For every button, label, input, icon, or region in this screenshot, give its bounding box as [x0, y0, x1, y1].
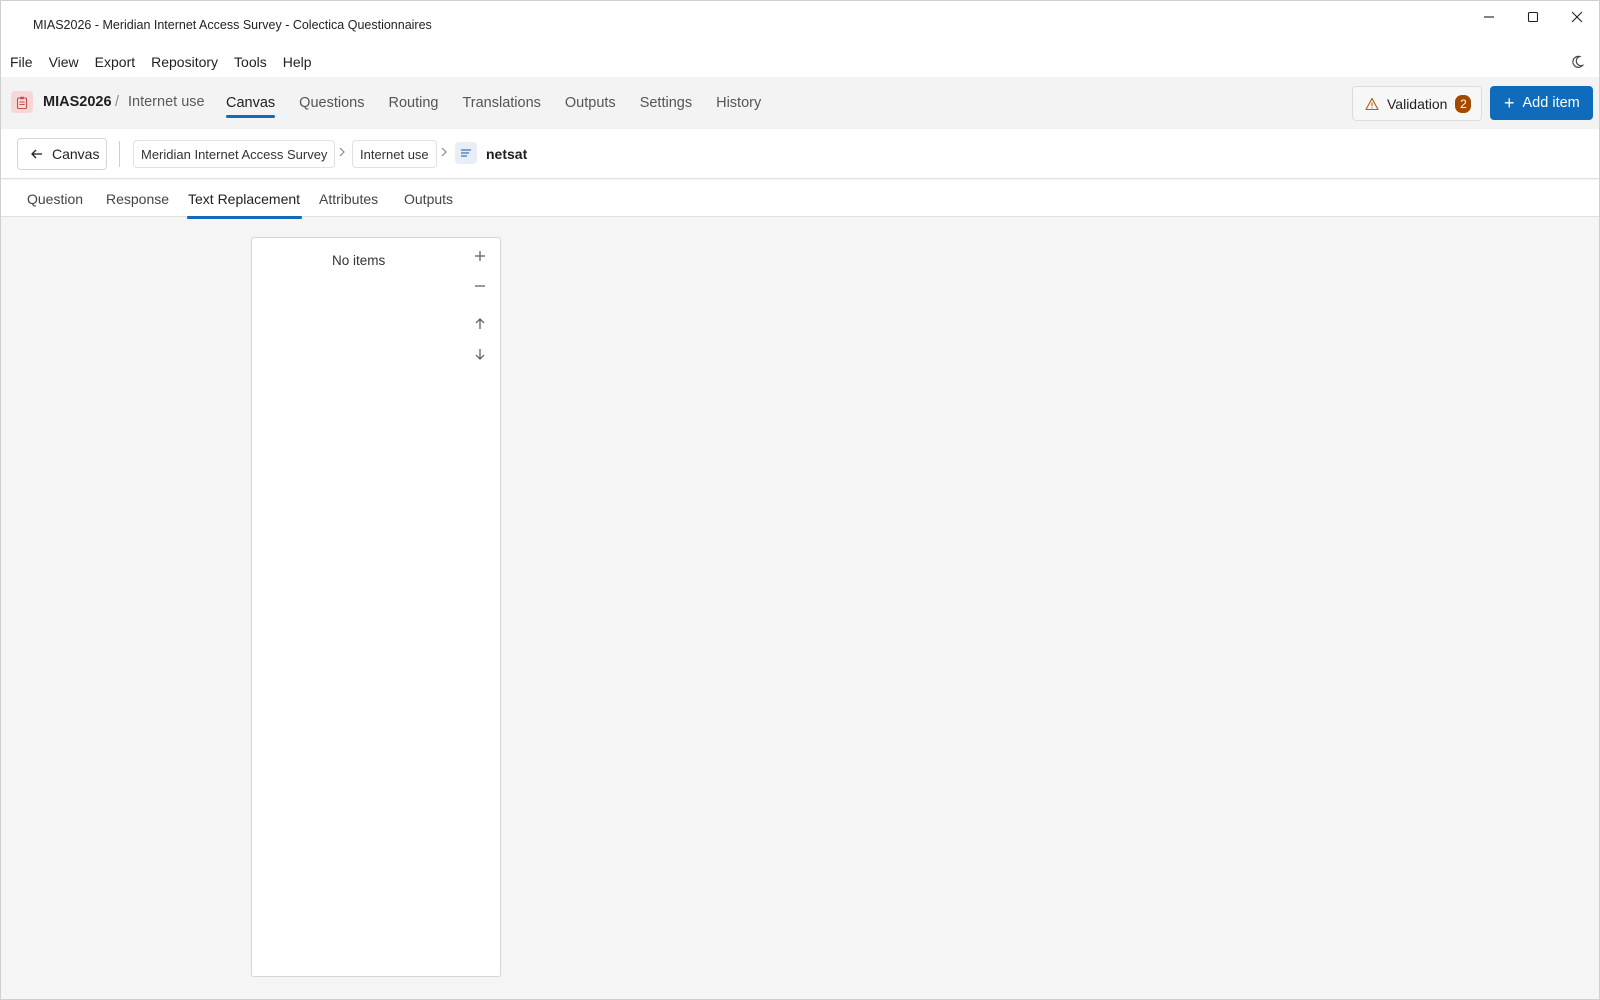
add-replacement-button[interactable] [470, 246, 490, 266]
add-item-label: Add item [1522, 95, 1580, 111]
divider [119, 141, 120, 167]
nav-tabs: Canvas Questions Routing Translations Ou… [226, 77, 785, 129]
maximize-button[interactable] [1511, 1, 1555, 33]
top-nav: MIAS2026 / Internet use Canvas Questions… [1, 77, 1599, 129]
breadcrumb: Canvas Meridian Internet Access Survey I… [1, 129, 1599, 179]
tab-questions[interactable]: Questions [299, 77, 364, 129]
close-button[interactable] [1555, 1, 1599, 33]
current-item-name: netsat [486, 146, 528, 162]
clipboard-icon [11, 91, 33, 113]
menu-file[interactable]: File [10, 54, 33, 70]
moon-icon [1572, 55, 1585, 68]
window-title: MIAS2026 - Meridian Internet Access Surv… [33, 18, 432, 32]
arrow-left-icon [31, 149, 42, 159]
item-tabs: Question Response Text Replacement Attri… [1, 180, 1599, 219]
back-label: Canvas [52, 146, 100, 162]
theme-toggle-button[interactable] [1569, 54, 1585, 70]
text-replacement-list: No items [251, 237, 501, 977]
back-to-canvas-button[interactable]: Canvas [17, 138, 107, 170]
validation-count-badge: 2 [1455, 94, 1472, 113]
tab-question[interactable]: Question [27, 180, 83, 218]
menu-export[interactable]: Export [95, 54, 135, 70]
menu-view[interactable]: View [49, 54, 79, 70]
window-controls [1467, 1, 1599, 33]
app-window: MIAS2026 - Meridian Internet Access Surv… [0, 0, 1600, 1000]
tab-translations[interactable]: Translations [462, 77, 540, 129]
title-bar: MIAS2026 - Meridian Internet Access Surv… [1, 1, 1599, 47]
menu-bar: File View Export Repository Tools Help [1, 47, 1599, 77]
tab-response[interactable]: Response [106, 180, 169, 218]
text-lines-icon [455, 142, 477, 164]
arrow-up-icon [475, 318, 485, 329]
close-icon [1571, 11, 1583, 23]
tab-text-replacement[interactable]: Text Replacement [186, 180, 303, 219]
tab-attributes[interactable]: Attributes [319, 180, 378, 218]
minus-icon [475, 285, 485, 287]
menu-tools[interactable]: Tools [234, 54, 267, 70]
validation-button[interactable]: Validation 2 [1352, 86, 1482, 121]
minimize-button[interactable] [1467, 1, 1511, 33]
move-up-button[interactable] [470, 314, 490, 334]
add-item-button[interactable]: + Add item [1490, 86, 1593, 120]
remove-replacement-button[interactable] [470, 276, 490, 296]
chevron-right-icon [439, 145, 449, 159]
tab-settings[interactable]: Settings [640, 77, 692, 129]
tab-item-outputs[interactable]: Outputs [404, 180, 453, 218]
validation-label: Validation [1387, 95, 1448, 112]
tab-canvas[interactable]: Canvas [226, 77, 276, 129]
project-section[interactable]: Internet use [128, 94, 205, 110]
breadcrumb-section[interactable]: Internet use [352, 140, 437, 168]
maximize-icon [1527, 11, 1539, 23]
minimize-icon [1484, 16, 1494, 18]
plus-icon [475, 251, 485, 261]
tab-history[interactable]: History [716, 77, 761, 129]
menu-help[interactable]: Help [283, 54, 312, 70]
tab-routing[interactable]: Routing [388, 77, 438, 129]
move-down-button[interactable] [470, 344, 490, 364]
project-separator: / [115, 94, 120, 110]
arrow-down-icon [475, 349, 485, 360]
tab-outputs[interactable]: Outputs [565, 77, 616, 129]
warning-icon [1365, 97, 1379, 110]
project-name[interactable]: MIAS2026 [43, 94, 112, 110]
plus-icon: + [1504, 93, 1515, 113]
breadcrumb-survey[interactable]: Meridian Internet Access Survey [133, 140, 336, 168]
chevron-right-icon [337, 145, 347, 159]
menu-repository[interactable]: Repository [151, 54, 218, 70]
empty-list-message: No items [332, 253, 386, 268]
